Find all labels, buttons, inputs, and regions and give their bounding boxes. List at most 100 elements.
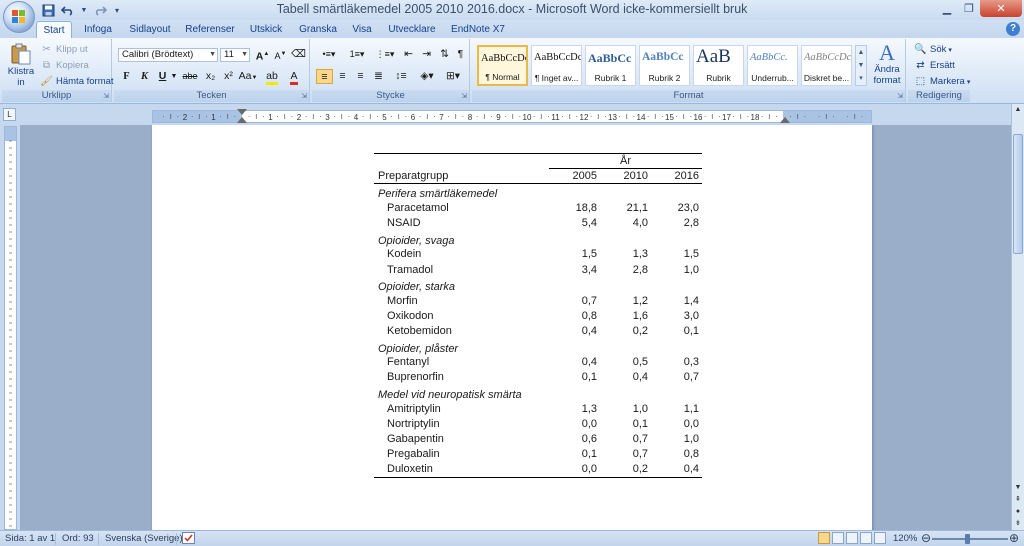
tab-sidlayout[interactable]: Sidlayout: [124, 21, 176, 38]
vertical-ruler[interactable]: [4, 126, 17, 530]
zoom-in-icon[interactable]: ⊕: [1009, 531, 1019, 545]
style-sample: AaBbCc: [588, 51, 632, 65]
pilcrow-icon[interactable]: ¶: [452, 47, 469, 62]
style-subtitle[interactable]: AaBbCc. Underrub...: [747, 45, 798, 86]
next-page-icon[interactable]: ⇟: [1012, 518, 1024, 530]
help-icon[interactable]: ?: [1006, 22, 1020, 36]
tab-selector-icon[interactable]: L: [3, 108, 16, 121]
style-normal[interactable]: AaBbCcDc ¶ Normal: [477, 45, 528, 86]
zoom-slider[interactable]: [932, 538, 1008, 540]
previous-page-icon[interactable]: ⇞: [1012, 494, 1024, 506]
language-status[interactable]: Svenska (Sverige): [105, 533, 183, 544]
browse-object-icon[interactable]: ●: [1012, 506, 1024, 518]
justify-icon[interactable]: ≣: [370, 69, 387, 84]
style-title[interactable]: AaB Rubrik: [693, 45, 744, 86]
tab-utskick[interactable]: Utskick: [244, 21, 288, 38]
cut-button[interactable]: ✂ Klipp ut: [40, 43, 87, 56]
tab-infoga[interactable]: Infoga: [78, 21, 118, 38]
copy-button[interactable]: ⧉ Kopiera: [40, 59, 89, 72]
window-title: Tabell smärtläkemedel 2005 2010 2016.doc…: [276, 2, 748, 16]
tab-visa[interactable]: Visa: [348, 21, 376, 38]
style-heading-1[interactable]: AaBbCc Rubrik 1: [585, 45, 636, 86]
clear-format-icon[interactable]: ⌫: [290, 47, 307, 62]
shading-icon[interactable]: ◈▾: [416, 69, 438, 84]
paragraph-launcher-icon[interactable]: ⇲: [461, 92, 467, 100]
font-name-combo[interactable]: Calibri (Brödtext) ▼: [118, 48, 218, 62]
borders-icon[interactable]: ⊞▾: [442, 69, 464, 84]
shrink-font-button[interactable]: A▼: [272, 47, 289, 62]
style-heading-2[interactable]: AaBbCc Rubrik 2: [639, 45, 690, 86]
horizontal-ruler[interactable]: 2 1 1 2 3 4 5 6 7 8 9 10 11 12 13 14 15 16 17 18: [152, 109, 872, 123]
right-indent-marker-icon[interactable]: [780, 117, 790, 123]
style-no-spacing[interactable]: AaBbCcDc ¶ Inget av...: [531, 45, 582, 86]
grow-font-button[interactable]: A▲: [254, 47, 271, 63]
hanging-indent-marker-icon[interactable]: [237, 117, 247, 123]
tab-endnote[interactable]: EndNote X7: [448, 21, 508, 38]
zoom-out-icon[interactable]: ⊖: [921, 531, 931, 545]
multilevel-list-icon[interactable]: ⋮≡▾: [372, 47, 398, 62]
word-count[interactable]: Ord: 93: [62, 533, 94, 544]
replace-button[interactable]: ⇄ Ersätt: [914, 59, 955, 72]
subscript-button[interactable]: x₂: [202, 69, 219, 84]
decrease-indent-icon[interactable]: ⇤: [400, 47, 417, 62]
clipboard-launcher-icon[interactable]: ⇲: [103, 92, 109, 100]
zoom-slider-thumb[interactable]: [965, 534, 970, 544]
full-screen-view-icon[interactable]: [832, 532, 844, 544]
value-cell: 0,1: [683, 325, 699, 338]
superscript-button[interactable]: x²: [220, 69, 237, 84]
align-center-icon[interactable]: ≡: [334, 69, 351, 84]
zoom-level[interactable]: 120%: [893, 533, 917, 544]
numbering-icon[interactable]: 1≡▾: [344, 47, 370, 62]
paste-button[interactable]: Klistra in: [6, 42, 36, 88]
year-header: År: [549, 152, 702, 170]
line-spacing-icon[interactable]: ↕≡: [390, 69, 412, 84]
tab-granska[interactable]: Granska: [294, 21, 342, 38]
style-subtle-emphasis[interactable]: AaBbCcDc Diskret be...: [801, 45, 852, 86]
styles-launcher-icon[interactable]: ⇲: [897, 92, 903, 100]
highlight-icon[interactable]: ab: [262, 69, 282, 85]
ruler-number: 14: [637, 113, 646, 122]
select-button[interactable]: ⬚ Markera ▾: [914, 75, 971, 88]
maximize-icon[interactable]: ❐: [958, 0, 980, 17]
indent-marker-icon[interactable]: [237, 109, 247, 115]
office-button[interactable]: [3, 1, 35, 33]
underline-button[interactable]: U: [154, 69, 171, 84]
underline-dropdown-icon[interactable]: ▼: [170, 69, 178, 84]
proofing-icon[interactable]: [182, 532, 195, 546]
tab-utvecklare[interactable]: Utvecklare: [382, 21, 442, 38]
vertical-scrollbar[interactable]: ▲ ▼ ⇞ ● ⇟: [1011, 104, 1024, 530]
align-left-icon[interactable]: ≡: [316, 69, 333, 84]
scrollbar-thumb[interactable]: [1013, 134, 1023, 254]
font-launcher-icon[interactable]: ⇲: [301, 92, 307, 100]
change-case-button[interactable]: Aa▼: [238, 69, 258, 84]
print-layout-view-icon[interactable]: [818, 532, 830, 544]
select-label: Markera: [930, 76, 965, 87]
bold-button[interactable]: F: [118, 69, 135, 84]
format-painter-button[interactable]: 🖌 Hämta format: [40, 75, 113, 88]
change-styles-button[interactable]: A Ändra format: [872, 42, 902, 87]
sort-icon[interactable]: ⇅: [436, 47, 453, 62]
web-layout-view-icon[interactable]: [846, 532, 858, 544]
minimize-icon[interactable]: ▁: [936, 0, 958, 17]
value-cell: 1,6: [632, 309, 648, 322]
styles-gallery-scroll[interactable]: ▲ ▼ ▾: [855, 45, 867, 86]
draft-view-icon[interactable]: [874, 532, 886, 544]
bullets-icon[interactable]: •≡▾: [316, 47, 342, 62]
close-icon[interactable]: ✕: [980, 0, 1022, 17]
scroll-down-icon[interactable]: ▼: [1012, 482, 1024, 494]
outline-view-icon[interactable]: [860, 532, 872, 544]
tab-referenser[interactable]: Referenser: [182, 21, 238, 38]
scroll-up-icon[interactable]: ▲: [1012, 104, 1024, 116]
document-page[interactable]: År Preparatgrupp 2005 2010 2016 Perifera…: [152, 125, 872, 530]
page-count[interactable]: Sida: 1 av 1: [5, 533, 55, 544]
font-size-combo[interactable]: 11 ▼: [220, 48, 250, 62]
value-cell: 0,2: [600, 461, 651, 478]
strikethrough-button[interactable]: abe: [180, 69, 200, 84]
tab-start[interactable]: Start: [36, 21, 72, 38]
align-right-icon[interactable]: ≡: [352, 69, 369, 84]
find-button[interactable]: 🔍 Sök ▾: [914, 43, 952, 56]
increase-indent-icon[interactable]: ⇥: [418, 47, 435, 62]
drug-table[interactable]: År Preparatgrupp 2005 2010 2016 Perifera…: [374, 152, 702, 478]
italic-button[interactable]: K: [136, 69, 153, 84]
font-color-icon[interactable]: A: [284, 69, 304, 85]
